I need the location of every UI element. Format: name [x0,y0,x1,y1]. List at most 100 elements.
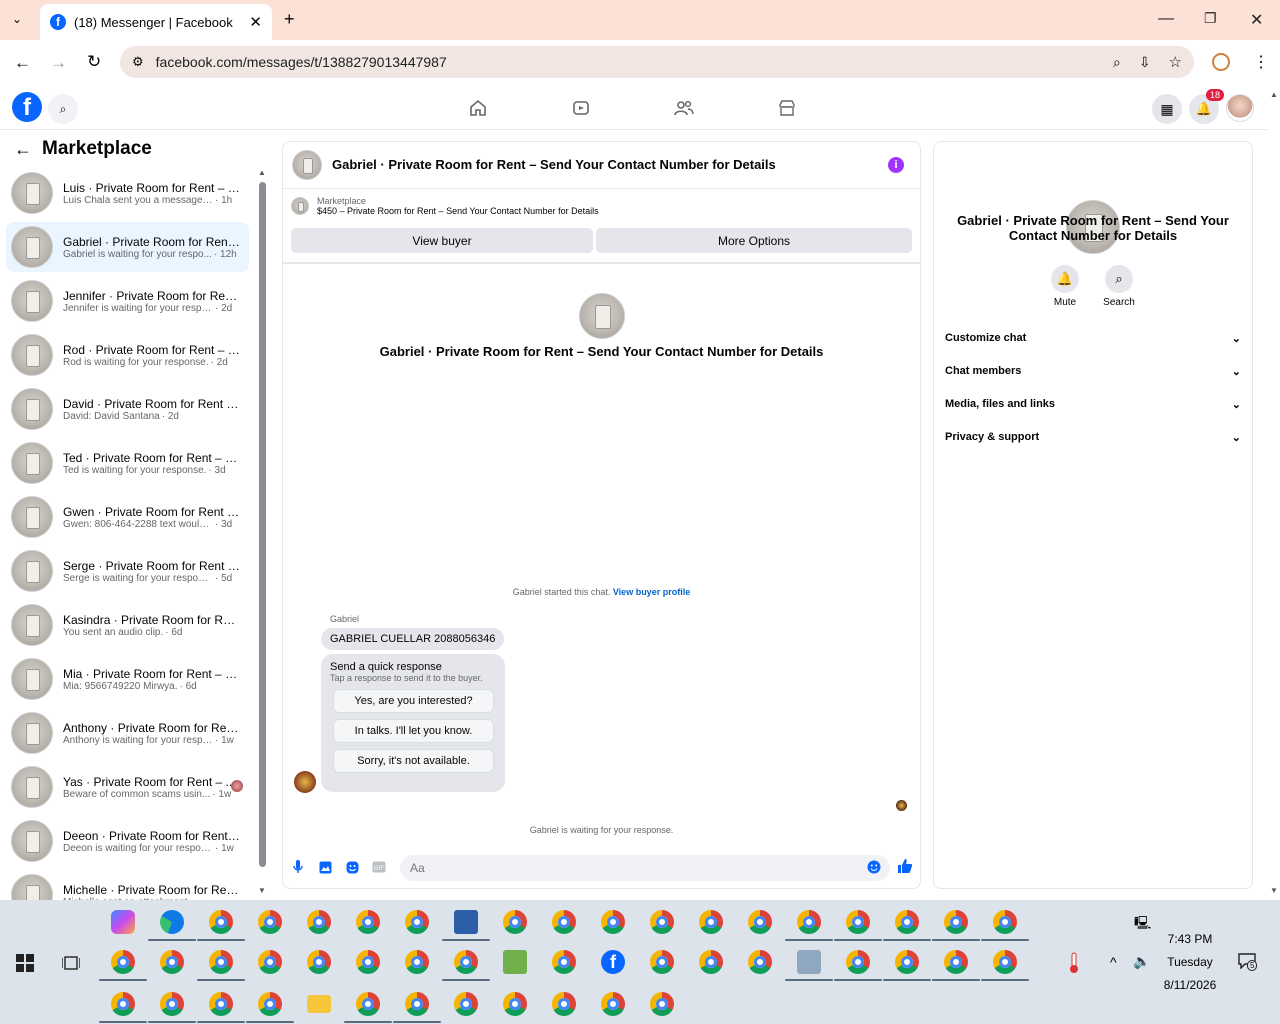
notepad-icon[interactable] [503,950,527,974]
chrome-icon[interactable] [650,910,674,934]
minimize-icon[interactable]: — [1158,10,1174,28]
chrome-icon[interactable] [748,950,772,974]
sticker-icon[interactable] [345,860,359,874]
scroll-down-icon[interactable]: ▼ [258,886,266,895]
chrome-icon[interactable] [258,910,282,934]
back-icon[interactable]: ← [14,53,31,73]
profile-icon[interactable] [1212,53,1230,71]
copilot-icon[interactable] [111,910,135,934]
chrome-icon[interactable] [307,950,331,974]
friends-icon[interactable] [673,97,695,119]
chrome-icon[interactable] [650,950,674,974]
search-in-chat-icon[interactable]: ⌕ [1105,265,1133,293]
chrome-icon[interactable] [846,910,870,934]
customize-chat-section[interactable]: Customize chat ⌄ [945,332,1241,345]
chrome-icon[interactable] [356,950,380,974]
info-icon[interactable]: i [888,157,904,173]
chrome-icon[interactable] [160,992,184,1016]
chat-header-avatar[interactable] [292,149,322,180]
page-scrollbar[interactable] [1268,86,1280,900]
chrome-icon[interactable] [258,950,282,974]
video-icon[interactable] [570,97,592,119]
conversation-row[interactable]: Rod · Private Room for Rent – S... Rod is… [6,330,249,380]
chrome-icon[interactable] [650,992,674,1016]
view-buyer-profile-link[interactable]: View buyer profile [613,587,690,597]
chrome-icon[interactable] [405,910,429,934]
chrome-icon[interactable] [699,950,723,974]
microphone-icon[interactable] [291,860,305,874]
media-files-links-section[interactable]: Media, files and links ⌄ [945,398,1241,411]
chrome-icon[interactable] [699,910,723,934]
conversation-row[interactable]: Serge · Private Room for Rent –... Serge … [6,546,249,596]
tab-search-chevron-icon[interactable]: ⌄ [12,12,22,26]
photo-icon[interactable] [318,860,332,874]
conversation-row[interactable]: David · Private Room for Rent –... David:… [6,384,249,434]
url-text[interactable]: facebook.com/messages/t/1388279013447987 [156,54,1113,70]
browser-tab[interactable]: f (18) Messenger | Facebook ✕ [40,4,272,40]
chrome-icon[interactable] [846,950,870,974]
bookmark-star-icon[interactable]: ☆ [1169,53,1182,71]
chrome-icon[interactable] [405,992,429,1016]
task-view-icon[interactable] [61,954,81,975]
conversation-row[interactable]: Mia · Private Room for Rent – S... Mia: 9… [6,654,249,704]
chrome-icon[interactable] [209,992,233,1016]
menu-grid-icon[interactable]: ▦ [1152,94,1182,124]
chat-header[interactable]: Gabriel · Private Room for Rent – Send Y… [282,141,921,189]
like-thumb-icon[interactable] [896,858,914,874]
conversation-avatar[interactable] [11,604,53,646]
start-windows-icon[interactable] [16,954,34,975]
chrome-icon[interactable] [356,910,380,934]
conversation-avatar[interactable] [11,820,53,862]
marketplace-icon[interactable] [776,97,798,119]
new-tab-button[interactable]: + [284,9,295,30]
conversation-row[interactable]: Gwen · Private Room for Rent –... Gwen: 8… [6,492,249,542]
chrome-icon[interactable] [601,910,625,934]
chrome-icon[interactable] [111,992,135,1016]
chat-header-title[interactable]: Gabriel · Private Room for Rent – Send Y… [332,157,776,172]
chrome-icon[interactable] [160,950,184,974]
chrome-icon[interactable] [797,910,821,934]
chrome-icon[interactable] [944,950,968,974]
facebook-logo-icon[interactable]: f [12,92,42,122]
browser-menu-icon[interactable]: ⋮ [1253,52,1269,72]
address-bar[interactable]: ⚙ facebook.com/messages/t/13882790134479… [120,46,1194,78]
conversation-row[interactable]: Ted · Private Room for Rent – S... Ted is… [6,438,249,488]
conversation-avatar[interactable] [11,766,53,808]
show-hidden-icons-chevron-icon[interactable]: ^ [1110,954,1117,970]
reload-icon[interactable]: ↻ [87,52,101,72]
chrome-icon[interactable] [111,950,135,974]
monitor-app-icon[interactable] [454,910,478,934]
restore-icon[interactable]: ❐ [1204,10,1217,27]
chrome-icon[interactable] [552,950,576,974]
file-explorer-icon[interactable] [307,995,331,1013]
chrome-icon[interactable] [356,992,380,1016]
chrome-icon[interactable] [895,910,919,934]
chrome-icon[interactable] [552,992,576,1016]
conversation-avatar[interactable] [11,334,53,376]
volume-icon[interactable]: 🔈 [1133,953,1150,970]
mute-action[interactable]: 🔔 Mute [1035,265,1095,308]
mute-bell-icon[interactable]: 🔔 [1051,265,1079,293]
forward-icon[interactable]: → [50,53,67,73]
listing-summary[interactable]: Marketplace $450 – Private Room for Rent… [291,196,599,216]
chrome-icon[interactable] [601,992,625,1016]
conversation-row[interactable]: Gabriel · Private Room for Rent ... Gabri… [6,222,249,272]
conversation-row[interactable]: Luis · Private Room for Rent – S... Luis … [6,168,249,218]
zoom-icon[interactable]: ⌕ [1113,54,1121,71]
more-options-button[interactable]: More Options [596,228,912,253]
chrome-icon[interactable] [895,950,919,974]
conversation-avatar[interactable] [11,172,53,214]
conversation-row[interactable]: Anthony · Private Room for Ren... Anthony… [6,708,249,758]
quick-response-not-available-button[interactable]: Sorry, it's not available. [333,749,494,773]
conversation-row[interactable]: Deeon · Private Room for Rent ... Deeon i… [6,816,249,866]
scroll-up-icon[interactable]: ▲ [258,168,266,177]
chrome-icon[interactable] [993,910,1017,934]
conversation-avatar[interactable] [11,496,53,538]
listing-title[interactable]: $450 – Private Room for Rent – Send Your… [317,206,599,216]
chrome-icon[interactable] [993,950,1017,974]
conversation-avatar[interactable] [11,658,53,700]
privacy-support-section[interactable]: Privacy & support ⌄ [945,431,1241,444]
search-icon[interactable]: ⌕ [48,94,78,124]
back-arrow-icon[interactable]: ← [14,139,32,160]
tab-close-icon[interactable]: ✕ [249,13,262,31]
